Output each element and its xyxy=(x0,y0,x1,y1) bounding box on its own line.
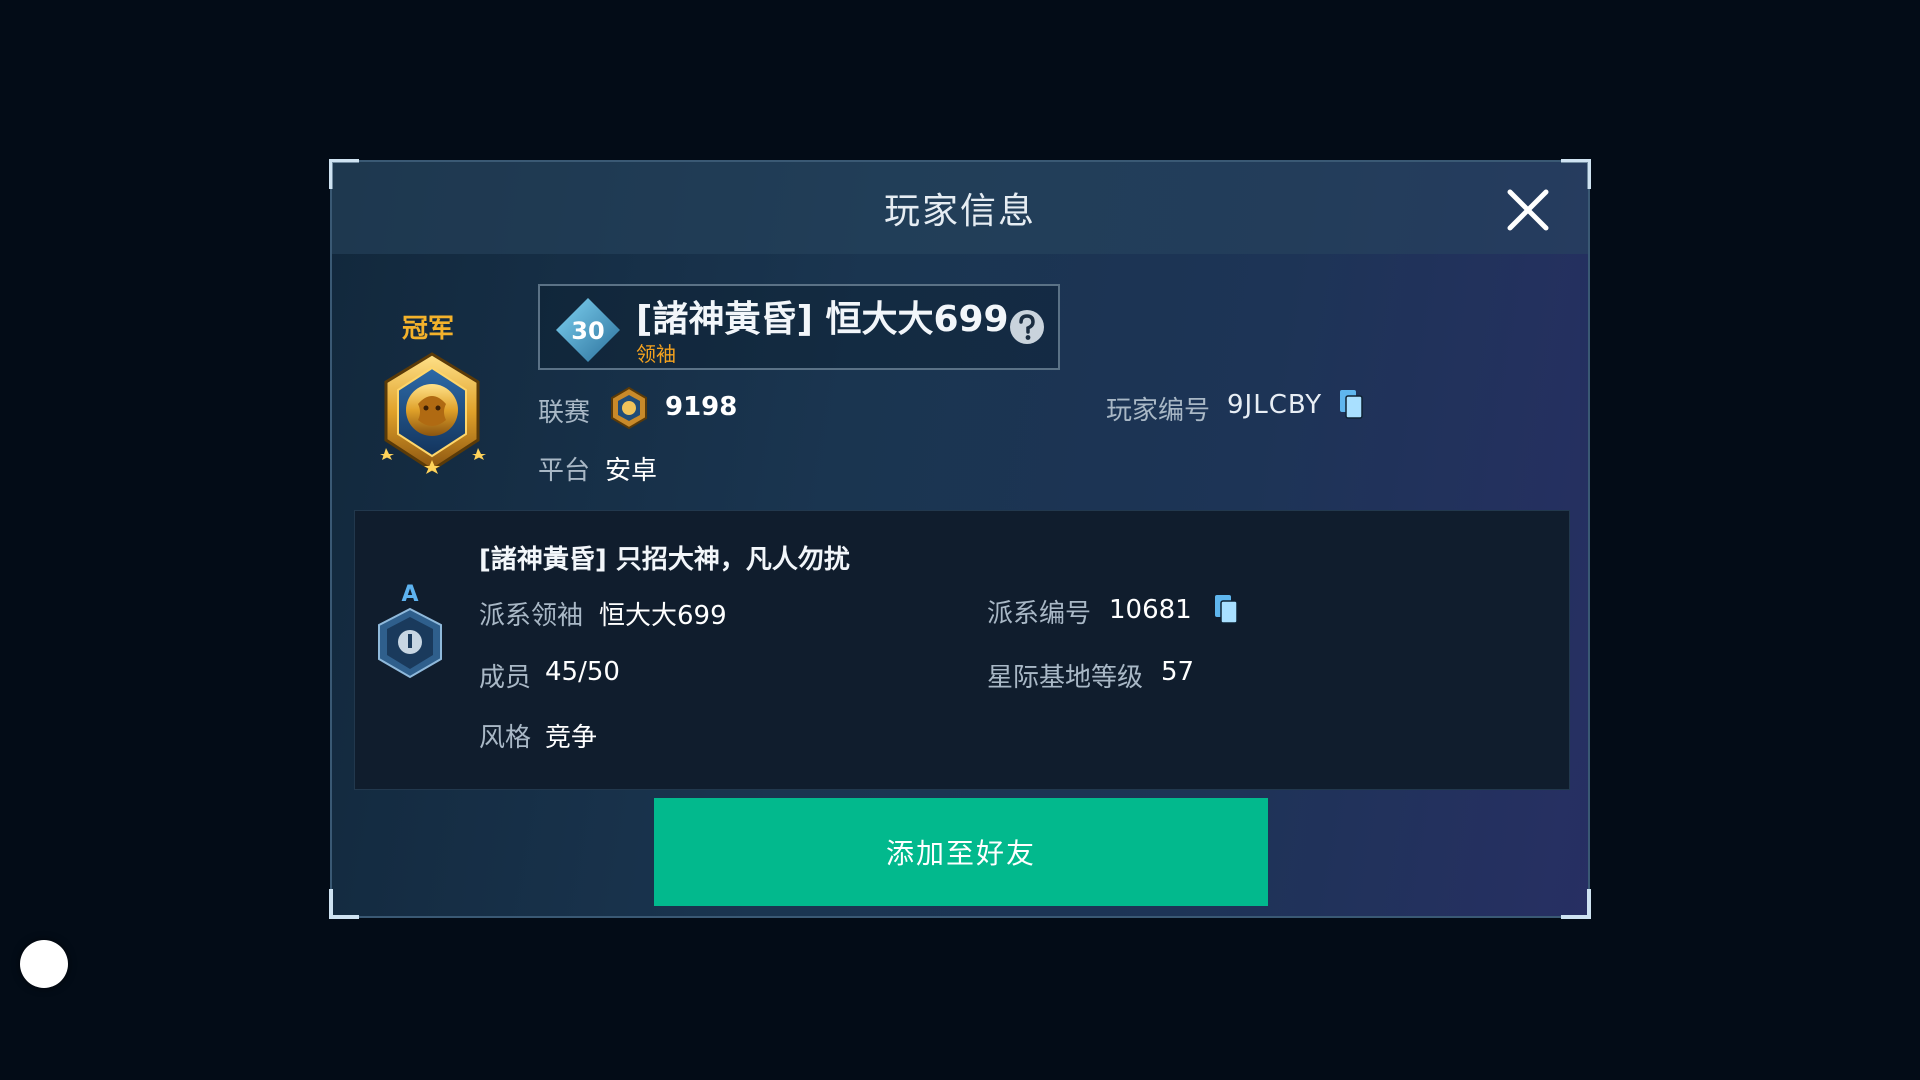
level-diamond-icon: 30 xyxy=(556,298,620,362)
faction-style-label: 风格 xyxy=(479,723,532,753)
rank-label: 冠军 xyxy=(402,314,455,344)
faction-name: [諸神黃昏] 只招大神，凡人勿扰 xyxy=(479,545,850,575)
faction-members-value: 45/50 xyxy=(545,657,620,687)
base-level-value: 57 xyxy=(1161,657,1195,687)
faction-panel: A [諸神黃昏] 只招大神，凡人勿扰 派系领袖 恒大大699 派系编号 1068… xyxy=(354,510,1570,790)
player-role: 领袖 xyxy=(636,342,676,366)
faction-members-label: 成员 xyxy=(479,663,532,693)
add-friend-button[interactable]: 添加至好友 xyxy=(654,798,1268,906)
player-name-card: 30 [諸神黃昏] 恒大大699 领袖 xyxy=(538,284,1060,370)
base-level-label: 星际基地等级 xyxy=(987,663,1144,693)
help-icon[interactable] xyxy=(1008,308,1046,346)
player-id-label: 玩家编号 xyxy=(1106,396,1211,426)
platform-value: 安卓 xyxy=(605,456,658,486)
league-label: 联赛 xyxy=(538,398,591,428)
faction-leader-label: 派系领袖 xyxy=(479,601,584,631)
floating-assist-button[interactable] xyxy=(20,940,68,988)
dialog-title: 玩家信息 xyxy=(883,191,1036,232)
platform-label: 平台 xyxy=(538,456,591,486)
faction-grade-emblem-icon: A xyxy=(378,582,442,679)
faction-style-value: 竞争 xyxy=(545,723,598,753)
player-name: [諸神黃昏] 恒大大699 xyxy=(636,299,1009,340)
faction-id-label: 派系编号 xyxy=(987,599,1092,629)
dialog-header: 玩家信息 xyxy=(332,162,1588,254)
faction-leader-value: 恒大大699 xyxy=(599,601,727,631)
league-score: 9198 xyxy=(665,392,738,422)
close-icon[interactable] xyxy=(1504,186,1552,234)
faction-grade: A xyxy=(401,582,418,607)
player-id-value: 9JLCBY xyxy=(1227,390,1323,420)
copy-player-id-icon[interactable] xyxy=(1338,388,1364,420)
champion-lion-emblem-icon xyxy=(380,352,486,474)
level-number: 30 xyxy=(571,317,604,345)
faction-id-value: 10681 xyxy=(1109,595,1192,625)
corner-decoration xyxy=(329,889,359,919)
league-medal-icon xyxy=(611,386,647,430)
corner-decoration xyxy=(1561,889,1591,919)
copy-faction-id-icon[interactable] xyxy=(1213,593,1239,625)
player-info-dialog: 玩家信息 冠军 30 [諸神黃昏] 恒大大699 领袖 联赛 9198 平台 安… xyxy=(329,159,1591,919)
